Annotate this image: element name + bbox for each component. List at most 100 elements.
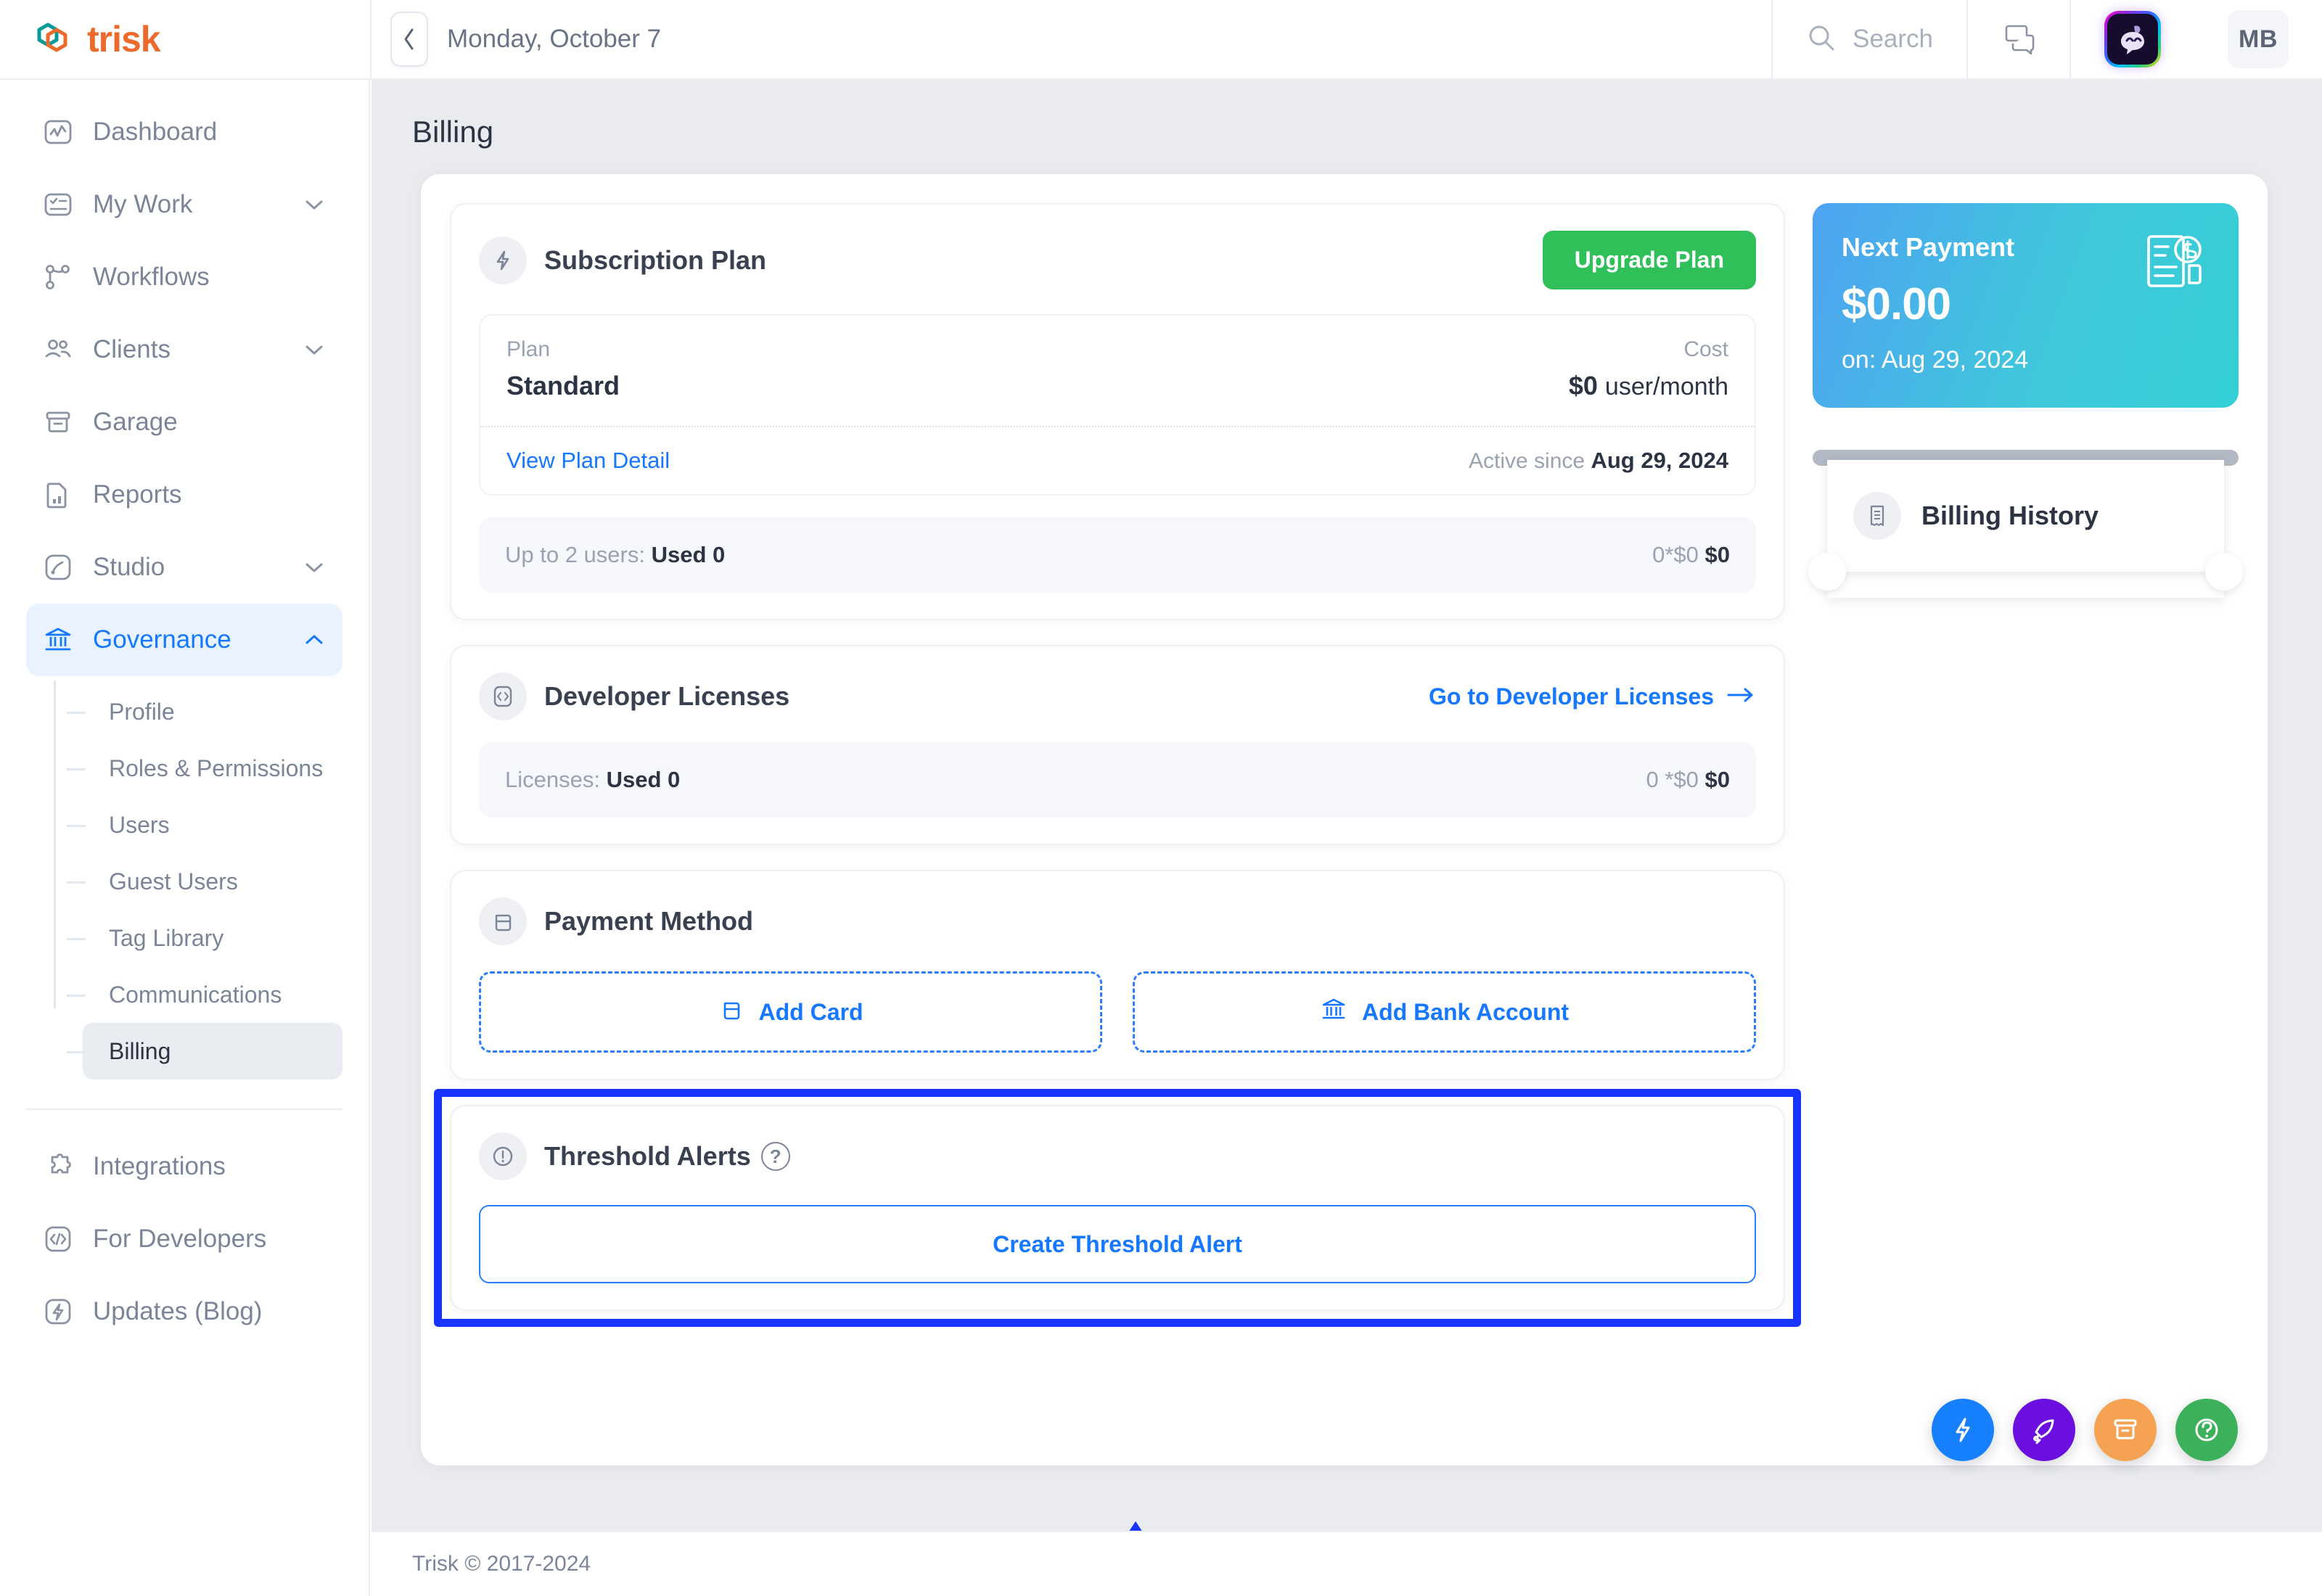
avatar: MB	[2228, 10, 2289, 68]
bolt-fab[interactable]	[1932, 1399, 1994, 1461]
sidebar-item-studio[interactable]: Studio	[26, 531, 342, 604]
sidebar-item-governance[interactable]: Governance	[26, 604, 342, 676]
card-title: Developer Licenses	[544, 681, 790, 711]
sidebar-item-label: Governance	[93, 625, 231, 654]
checklist-icon	[42, 189, 74, 221]
add-card-button[interactable]: Add Card	[479, 971, 1102, 1053]
main-content: Billing Subscription Plan Upgrade Plan P…	[372, 80, 2322, 1596]
chevron-down-icon[interactable]	[302, 192, 327, 217]
card-title: Threshold Alerts	[544, 1141, 751, 1171]
sidebar-item-clients[interactable]: Clients	[26, 313, 342, 386]
brand-logo[interactable]: trisk	[0, 17, 370, 62]
messages-button[interactable]	[1966, 0, 2069, 79]
sidebar-item-profile[interactable]: Profile	[67, 683, 342, 740]
tree-line	[54, 680, 56, 1008]
bolt-icon	[42, 1296, 74, 1328]
subscription-plan-card: Subscription Plan Upgrade Plan Plan Stan…	[450, 203, 1785, 620]
upgrade-plan-button[interactable]: Upgrade Plan	[1542, 231, 1756, 289]
ai-assistant-avatar	[2104, 11, 2161, 67]
cost-value: $0	[1568, 371, 1598, 400]
next-payment-date: on: Aug 29, 2024	[1842, 346, 2029, 374]
credit-card-icon	[479, 897, 527, 945]
current-date: Monday, October 7	[447, 25, 662, 53]
sidebar-item-tag-library[interactable]: Tag Library	[67, 910, 342, 966]
invoice-dollar-icon	[2141, 231, 2208, 301]
arrow-right-icon	[1726, 683, 1756, 710]
licenses-calc: 0 *$0	[1646, 767, 1699, 792]
sidebar-item-my-work[interactable]: My Work	[26, 168, 342, 241]
sidebar-item-for-developers[interactable]: For Developers	[26, 1203, 342, 1275]
collapse-sidebar-button[interactable]	[390, 12, 428, 67]
billing-history-title: Billing History	[1921, 501, 2099, 530]
ticket-notch-left	[1808, 553, 1846, 591]
cost-unit: user/month	[1604, 373, 1728, 400]
sidebar-item-garage[interactable]: Garage	[26, 386, 342, 458]
card-title: Payment Method	[544, 906, 754, 936]
sidebar-item-label: For Developers	[93, 1225, 267, 1253]
puzzle-icon	[42, 1151, 74, 1182]
code-icon	[479, 672, 527, 720]
sidebar-item-dashboard[interactable]: Dashboard	[26, 96, 342, 168]
ai-assistant-button[interactable]	[2069, 0, 2194, 79]
plan-label: Plan	[506, 337, 551, 361]
brush-icon	[42, 551, 74, 583]
chevron-down-icon[interactable]	[302, 337, 327, 362]
add-bank-label: Add Bank Account	[1361, 998, 1570, 1025]
sub-item-label: Billing	[109, 1037, 171, 1064]
chevron-up-icon[interactable]	[302, 628, 327, 652]
sidebar-item-workflows[interactable]: Workflows	[26, 241, 342, 313]
people-icon	[42, 334, 74, 366]
sidebar-item-billing[interactable]: Billing	[67, 1023, 342, 1079]
go-to-developer-licenses-link[interactable]: Go to Developer Licenses	[1429, 683, 1756, 710]
help-icon[interactable]: ?	[760, 1142, 790, 1171]
card-title: Subscription Plan	[544, 244, 767, 275]
billing-panel: Subscription Plan Upgrade Plan Plan Stan…	[421, 174, 2268, 1596]
sidebar-item-roles-permissions[interactable]: Roles & Permissions	[67, 740, 342, 797]
bank-icon	[42, 624, 74, 656]
licenses-value: Used 0	[606, 767, 681, 792]
sub-item-label: Users	[109, 811, 170, 838]
sidebar-item-label: Studio	[93, 553, 165, 581]
sub-item-label: Tag Library	[109, 924, 224, 951]
sidebar-item-integrations[interactable]: Integrations	[26, 1130, 342, 1203]
licenses-usage-strip: Licenses: Used 0 0 *$0 $0	[479, 742, 1756, 818]
user-menu-button[interactable]: MB	[2194, 0, 2322, 79]
search-button[interactable]: Search	[1771, 0, 1966, 79]
code-icon	[42, 1223, 74, 1255]
billing-history-card[interactable]: Billing History	[1808, 450, 2243, 598]
sidebar-item-users[interactable]: Users	[67, 797, 342, 853]
add-card-label: Add Card	[758, 998, 863, 1025]
billing-left-column: Subscription Plan Upgrade Plan Plan Stan…	[421, 174, 1801, 1596]
copyright-text: Trisk © 2017-2024	[412, 1552, 591, 1576]
governance-submenu: Profile Roles & Permissions Users Guest …	[0, 680, 369, 1079]
sidebar-item-updates-blog[interactable]: Updates (Blog)	[26, 1275, 342, 1348]
cost-label: Cost	[1683, 337, 1728, 361]
sidebar-item-label: Reports	[93, 480, 182, 509]
sidebar-item-reports[interactable]: Reports	[26, 458, 342, 531]
sidebar-item-label: Workflows	[93, 263, 210, 291]
developer-licenses-card: Developer Licenses Go to Developer Licen…	[450, 645, 1785, 845]
create-threshold-alert-button[interactable]: Create Threshold Alert	[479, 1205, 1756, 1283]
bolt-icon	[479, 236, 527, 284]
next-payment-card: Next Payment $0.00 on: Aug 29, 2024	[1813, 203, 2239, 408]
sidebar-item-guest-users[interactable]: Guest Users	[67, 853, 342, 910]
search-label: Search	[1853, 25, 1933, 53]
rocket-fab[interactable]	[2013, 1399, 2075, 1461]
search-icon	[1806, 22, 1837, 57]
sidebar-item-communications[interactable]: Communications	[67, 966, 342, 1023]
sidebar: Dashboard My Work Workflows Clients Gara…	[0, 80, 370, 1596]
alert-circle-icon	[479, 1132, 527, 1180]
add-bank-account-button[interactable]: Add Bank Account	[1133, 971, 1756, 1053]
plan-details-box: Plan Standard Cost $0 user/month View Pl…	[479, 314, 1756, 495]
sidebar-divider	[26, 1108, 342, 1110]
view-plan-detail-link[interactable]: View Plan Detail	[506, 448, 670, 474]
licenses-total: $0	[1704, 767, 1730, 792]
bank-icon	[1320, 995, 1347, 1029]
page-title: Billing	[412, 115, 494, 149]
receipt-icon	[1853, 492, 1901, 540]
help-fab[interactable]	[2175, 1399, 2238, 1461]
garage-fab[interactable]	[2094, 1399, 2157, 1461]
chevron-down-icon[interactable]	[302, 555, 327, 580]
sub-item-label: Roles & Permissions	[109, 754, 324, 781]
active-since-label: Active since	[1469, 449, 1585, 473]
